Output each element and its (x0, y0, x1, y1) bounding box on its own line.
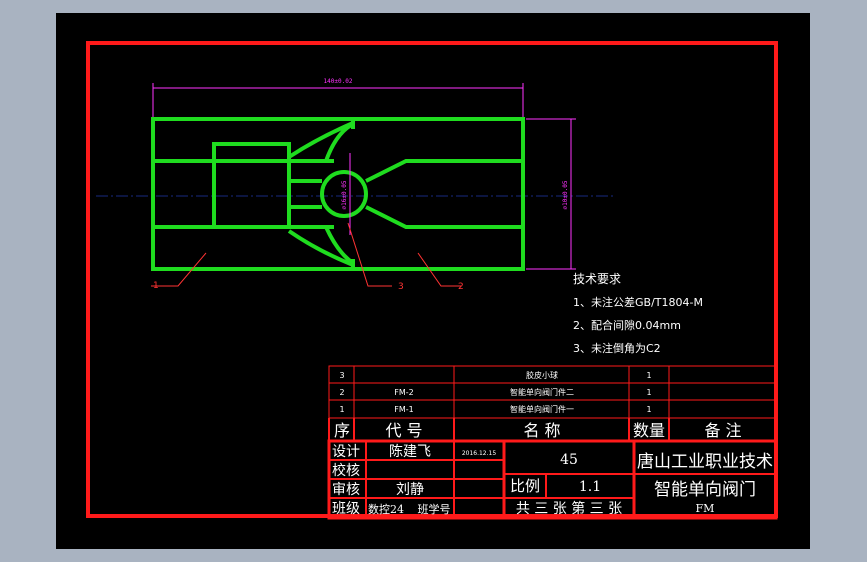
design-label: 设计 (332, 444, 360, 460)
drawing-number: 45 (560, 452, 578, 468)
bom-cell: FM-2 (394, 388, 413, 397)
bom-cell: 智能单向阀门件二 (510, 387, 574, 397)
scale-value: 1.1 (579, 479, 601, 495)
bom-cell: 智能单向阀门件一 (510, 404, 574, 414)
tech-req-item: 2、配合间隙0.04mm (573, 318, 681, 332)
bom-header-name: 名 称 (523, 421, 560, 440)
bom-rows: 3 胶皮小球 1 2 FM-2 智能单向阀门件二 1 1 FM-1 智能单向阀门… (339, 370, 651, 414)
dimension-lines (152, 83, 576, 270)
bom-cell: FM-1 (394, 405, 413, 414)
bom-header-qty: 数量 (633, 421, 665, 440)
student-no-label: 班学号 (418, 502, 451, 516)
bom-cell: 1 (339, 405, 344, 414)
bom-cell: 2 (339, 388, 344, 397)
class-label: 班级 (332, 501, 360, 517)
tech-req-item: 1、未注公差GB/T1804-M (573, 295, 703, 309)
dimension-inner-label: ∅16±0.05 (341, 180, 348, 209)
bom-header-note: 备 注 (704, 421, 741, 440)
designer-name: 陈建飞 (389, 443, 431, 460)
bom-header: 序 代 号 名 称 数量 备 注 (334, 421, 742, 440)
part-name: 智能单向阀门 (654, 480, 756, 500)
drawing-sheet: 140±0.02 ∅10±0.05 ∅16±0.05 1 3 2 技术要求 1、… (56, 13, 810, 549)
bom-header-no: 序 (334, 421, 350, 440)
scale-label: 比例 (510, 477, 540, 495)
reviewer-name: 刘静 (396, 482, 424, 498)
part-label-2: 2 (458, 282, 464, 292)
bom-header-code: 代 号 (385, 421, 422, 440)
review-label: 审核 (332, 482, 360, 498)
bom-cell: 3 (339, 371, 344, 380)
tech-req-item: 3、未注倒角为C2 (573, 341, 661, 355)
school-name: 唐山工业职业技术 (637, 451, 773, 472)
part-label-1: 1 (153, 281, 159, 291)
design-date: 2016.12.15 (462, 450, 497, 457)
bom-cell: 1 (646, 405, 651, 414)
tech-req-title: 技术要求 (573, 272, 621, 286)
dimension-height-label: ∅10±0.05 (562, 180, 569, 209)
dimension-width-label: 140±0.02 (324, 78, 353, 85)
sheet-info: 共 三 张 第 三 张 (516, 500, 622, 517)
drawing-code: FM (696, 502, 715, 515)
valve-part-outline (151, 117, 525, 271)
cad-drawing: 140±0.02 ∅10±0.05 ∅16±0.05 1 3 2 技术要求 1、… (96, 78, 778, 520)
check-label: 校核 (332, 462, 360, 479)
class-value: 数控24 (368, 502, 404, 516)
bom-cell: 胶皮小球 (526, 370, 558, 380)
part-label-3: 3 (398, 282, 404, 292)
bom-cell: 1 (646, 388, 651, 397)
bom-cell: 1 (646, 371, 651, 380)
leader-lines (151, 222, 461, 287)
